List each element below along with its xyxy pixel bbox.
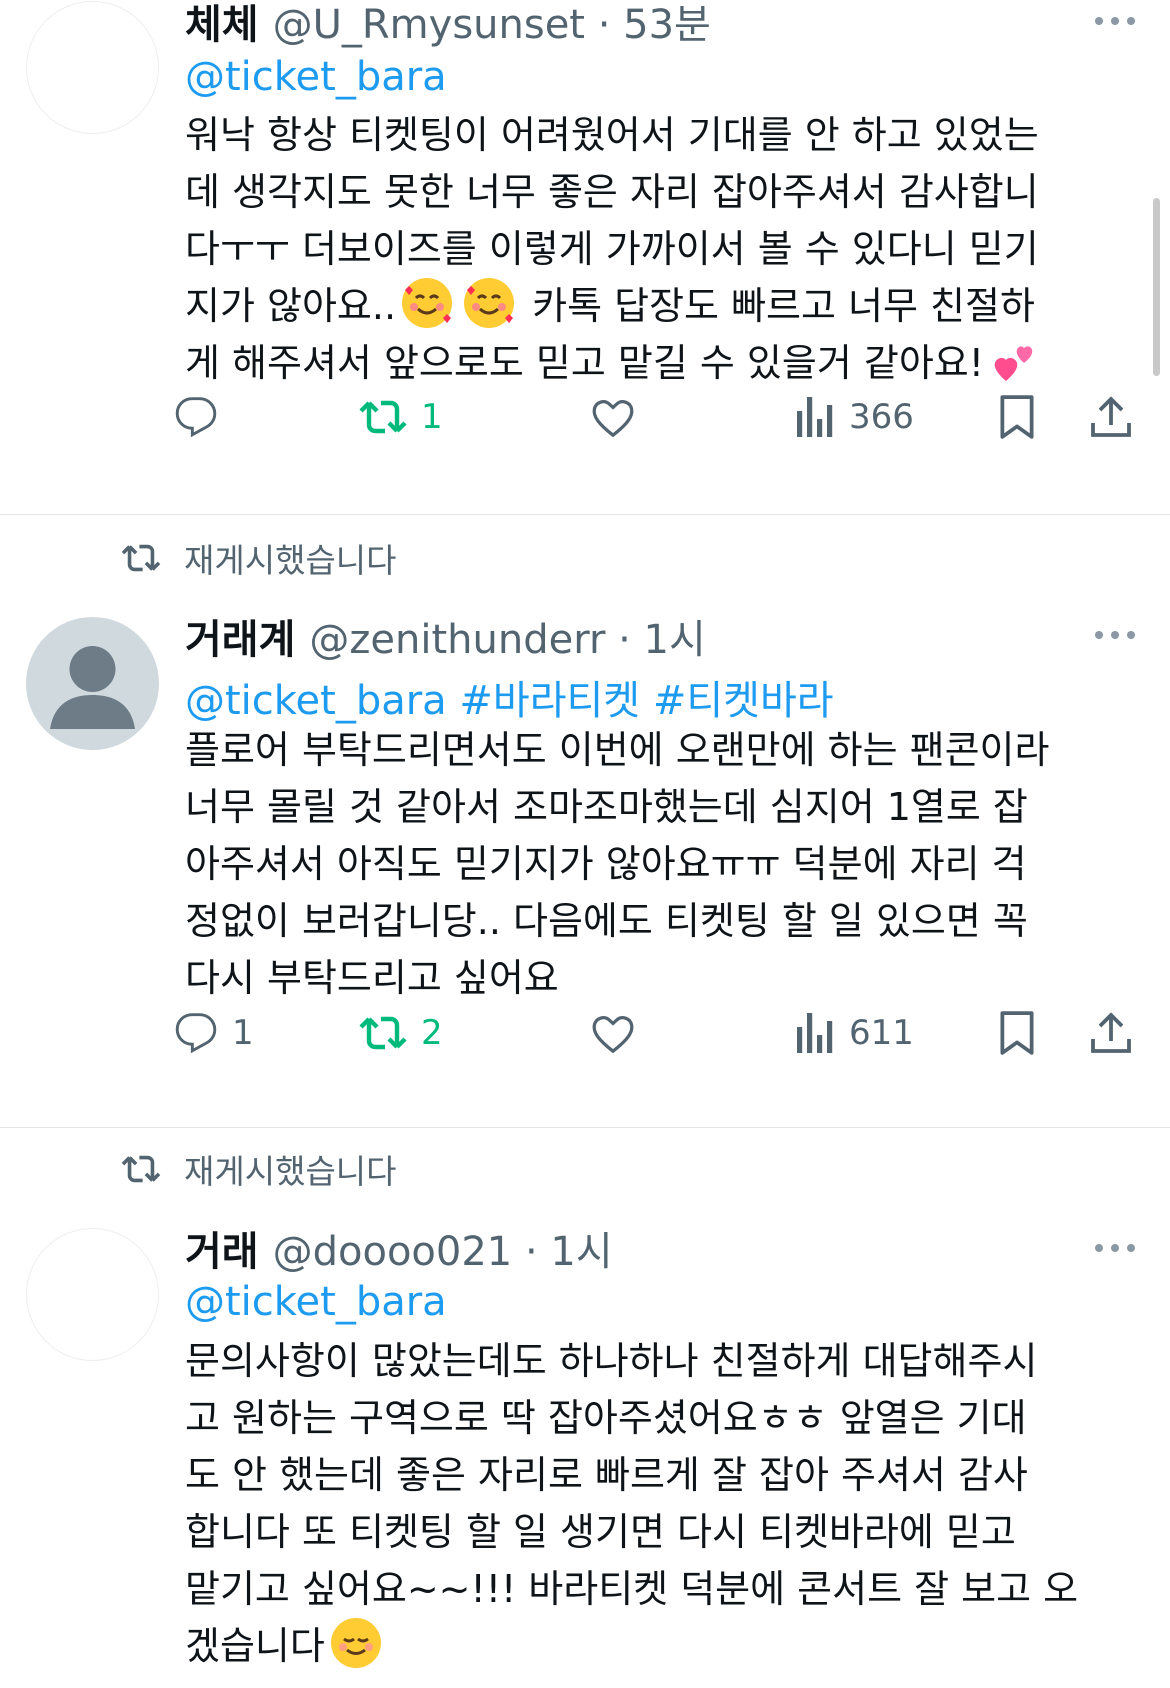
text-line: 합니다 또 티켓팅 할 일 생기면 다시 티켓바라에 믿고 xyxy=(185,1510,1016,1554)
more-icon[interactable] xyxy=(1093,628,1137,642)
share-button[interactable] xyxy=(1089,389,1133,445)
display-name[interactable]: 거래 xyxy=(185,1219,259,1277)
text-line: 정없이 보러갑니당.. 다음에도 티켓팅 할 일 있으면 꼭 xyxy=(185,899,1028,943)
handle-and-time[interactable]: @doooo021 · 1시 xyxy=(273,1219,613,1277)
handle-and-time[interactable]: @zenithunderr · 1시 xyxy=(309,607,705,665)
bookmark-icon xyxy=(1000,395,1034,439)
text-line: 다시 부탁드리고 싶어요 xyxy=(185,956,559,1000)
like-icon xyxy=(592,400,634,438)
text-line: 고 원하는 구역으로 딱 잡아주셨어요ㅎㅎ 앞열은 기대 xyxy=(185,1396,1027,1440)
view-count: 611 xyxy=(849,1013,914,1053)
views-button[interactable]: 366 xyxy=(795,389,914,445)
bookmark-button[interactable] xyxy=(998,389,1036,445)
retweet-count: 1 xyxy=(421,397,443,437)
repost-indicator: 재게시했습니다 xyxy=(120,536,397,580)
text-line: 맡기고 싶어요~~!!! 바라티켓 덕분에 콘서트 잘 보고 오 xyxy=(185,1567,1079,1611)
retweet-icon xyxy=(359,1016,407,1050)
mention-and-hashtags[interactable]: @ticket_bara #바라티켓 #티켓바라 xyxy=(185,668,834,726)
reply-count: 1 xyxy=(232,1013,254,1053)
retweet-icon xyxy=(121,1155,161,1183)
text-line: 데 생각지도 못한 너무 좋은 자리 잡아주셔서 감사합니 xyxy=(185,170,1039,214)
more-icon[interactable] xyxy=(1093,1241,1137,1255)
views-icon xyxy=(797,1013,833,1053)
text-line-with-emoji: 게 해주셔서 앞으로도 믿고 맡길 수 있을거 같아요! xyxy=(185,335,1145,392)
bookmark-button[interactable] xyxy=(998,1005,1036,1061)
scrollbar[interactable] xyxy=(1153,198,1160,376)
tweet-text: 문의사항이 많았는데도 하나하나 친절하게 대답해주시 고 원하는 구역으로 딱… xyxy=(185,1333,1145,1675)
handle-and-time[interactable]: @U_Rmysunset · 53분 xyxy=(273,0,711,50)
share-icon xyxy=(1091,396,1131,437)
text-segment: 겠습니다 xyxy=(185,1624,325,1668)
text-line: 너무 몰릴 것 같아서 조마조마했는데 심지어 1열로 잡 xyxy=(185,785,1028,829)
text-line-with-emoji: 겠습니다 xyxy=(185,1618,1145,1675)
retweet-count: 2 xyxy=(421,1013,443,1053)
reply-icon xyxy=(175,1013,217,1054)
tweet-text: 워낙 항상 티켓팅이 어려웠어서 기대를 안 하고 있었는 데 생각지도 못한 … xyxy=(185,107,1145,392)
display-name[interactable]: 거래계 xyxy=(185,607,295,665)
tweet-1[interactable]: 체체 @U_Rmysunset · 53분 @ticket_bara 워낙 항상… xyxy=(0,0,1154,514)
retweet-icon xyxy=(121,544,161,572)
smiling-face-emoji xyxy=(330,1618,381,1668)
tweet-header: 거래 @doooo021 · 1시 xyxy=(185,1223,613,1275)
text-line: 다ㅜㅜ 더보이즈를 이렇게 가까이서 볼 수 있다니 믿기 xyxy=(185,227,1039,271)
tweet-2[interactable]: 재게시했습니다 거래계 @zenithunderr · 1시 @ticket_b… xyxy=(0,515,1154,1126)
smiling-face-with-hearts-emoji xyxy=(402,278,453,328)
tweet-text: 플로어 부탁드리면서도 이번에 오랜만에 하는 팬콘이라 너무 몰릴 것 같아서… xyxy=(185,722,1145,1007)
tweet-3[interactable]: 재게시했습니다 거래 @doooo021 · 1시 @ticket_bara 문… xyxy=(0,1128,1154,1688)
like-button[interactable] xyxy=(590,389,636,445)
default-avatar-icon xyxy=(50,646,135,729)
like-icon xyxy=(592,1016,634,1054)
retweet-button[interactable]: 1 xyxy=(359,389,443,445)
text-line: 플로어 부탁드리면서도 이번에 오랜만에 하는 팬콘이라 xyxy=(185,728,1050,772)
view-count: 366 xyxy=(849,397,914,437)
display-name[interactable]: 체체 xyxy=(185,0,259,50)
reply-icon xyxy=(175,397,217,438)
text-segment: 게 해주셔서 앞으로도 믿고 맡길 수 있을거 같아요! xyxy=(185,341,984,385)
action-bar: 1 2 611 xyxy=(175,1005,1135,1061)
mention-link[interactable]: @ticket_bara xyxy=(185,1279,447,1325)
share-button[interactable] xyxy=(1089,1005,1133,1061)
text-line-with-emoji: 지가 않아요.. 카톡 답장도 빠르고 너무 친절하 xyxy=(185,278,1145,335)
tweet-header: 체체 @U_Rmysunset · 53분 xyxy=(185,0,711,48)
share-icon xyxy=(1091,1012,1131,1053)
text-line: 아주셔서 아직도 믿기지가 않아요ㅠㅠ 덕분에 자리 걱 xyxy=(185,842,1027,886)
retweet-icon xyxy=(359,400,407,434)
views-button[interactable]: 611 xyxy=(795,1005,914,1061)
smiling-face-with-hearts-emoji xyxy=(464,278,515,328)
more-icon[interactable] xyxy=(1093,14,1137,28)
like-button[interactable] xyxy=(590,1005,636,1061)
avatar[interactable] xyxy=(26,1,159,134)
text-segment: 지가 않아요.. xyxy=(185,284,397,328)
bookmark-icon xyxy=(1000,1011,1034,1055)
repost-label[interactable]: 재게시했습니다 xyxy=(184,534,397,582)
text-segment: 카톡 답장도 빠르고 너무 친절하 xyxy=(532,284,1035,328)
reply-button[interactable]: 1 xyxy=(174,1005,254,1061)
action-bar: 1 366 xyxy=(175,389,1135,445)
text-line: 도 안 했는데 좋은 자리로 빠르게 잘 잡아 주셔서 감사 xyxy=(185,1453,1028,1497)
tweet-header: 거래계 @zenithunderr · 1시 xyxy=(185,611,706,663)
avatar[interactable] xyxy=(26,1228,159,1361)
repost-label[interactable]: 재게시했습니다 xyxy=(184,1145,397,1193)
retweet-button[interactable]: 2 xyxy=(359,1005,443,1061)
two-hearts-emoji xyxy=(990,335,1040,385)
text-line: 워낙 항상 티켓팅이 어려웠어서 기대를 안 하고 있었는 xyxy=(185,113,1039,157)
reply-button[interactable] xyxy=(174,389,232,445)
mention-link[interactable]: @ticket_bara xyxy=(185,54,447,100)
repost-indicator: 재게시했습니다 xyxy=(120,1147,397,1191)
views-icon xyxy=(797,397,833,437)
text-line: 문의사항이 많았는데도 하나하나 친절하게 대답해주시 xyxy=(185,1339,1038,1383)
avatar[interactable] xyxy=(26,617,159,750)
